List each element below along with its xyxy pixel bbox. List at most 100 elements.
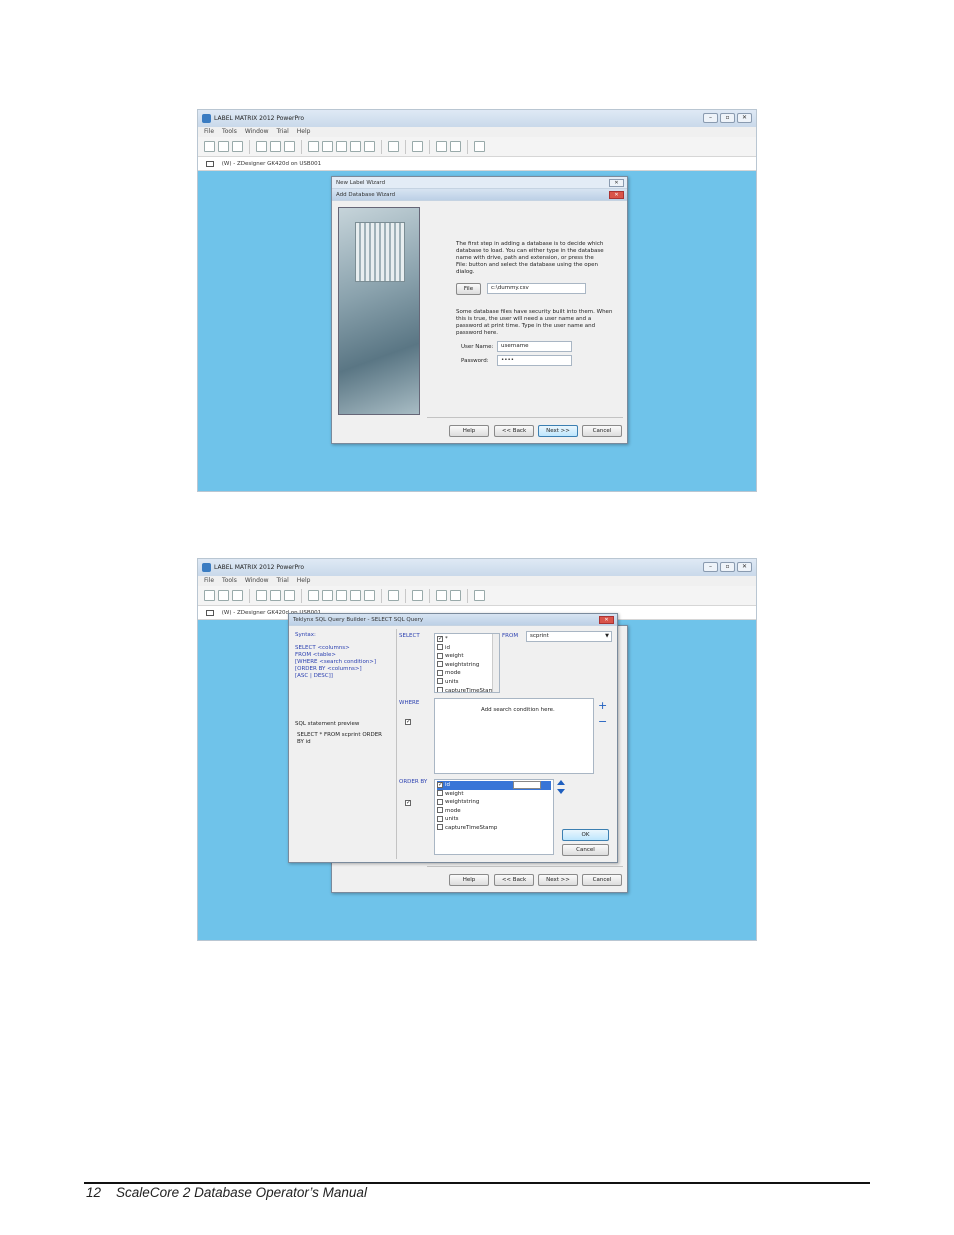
menu-help[interactable]: Help bbox=[297, 576, 311, 586]
order-by-column-list[interactable]: id weight weightstring mode units captur… bbox=[434, 779, 554, 855]
copy-icon[interactable] bbox=[322, 590, 333, 601]
maximize-icon[interactable]: ▫ bbox=[720, 562, 735, 572]
print-icon[interactable] bbox=[256, 590, 267, 601]
cut-icon[interactable] bbox=[308, 141, 319, 152]
grid-icon[interactable] bbox=[474, 141, 485, 152]
cut-icon[interactable] bbox=[308, 590, 319, 601]
menu-trial[interactable]: Trial bbox=[277, 127, 289, 137]
file-button[interactable]: File bbox=[456, 283, 481, 295]
sort-direction-select[interactable] bbox=[513, 781, 541, 789]
close-icon[interactable]: ✕ bbox=[599, 616, 614, 624]
menu-file[interactable]: File bbox=[204, 576, 214, 586]
grid-icon[interactable] bbox=[474, 590, 485, 601]
order-enabled-checkbox[interactable] bbox=[405, 792, 413, 811]
maximize-icon[interactable]: ▫ bbox=[720, 113, 735, 123]
undo-icon[interactable] bbox=[350, 141, 361, 152]
save-icon[interactable] bbox=[232, 141, 243, 152]
menu-tools[interactable]: Tools bbox=[222, 576, 237, 586]
print-all-icon[interactable] bbox=[270, 141, 281, 152]
checkbox[interactable] bbox=[437, 824, 443, 831]
printer-icon[interactable] bbox=[206, 609, 214, 616]
checkbox[interactable] bbox=[437, 781, 443, 789]
select-item[interactable]: weight bbox=[437, 652, 497, 661]
select-item[interactable]: captureTimeStamp bbox=[437, 687, 497, 692]
menu-window[interactable]: Window bbox=[245, 576, 269, 586]
undo-icon[interactable] bbox=[350, 590, 361, 601]
close-icon[interactable]: ✕ bbox=[737, 562, 752, 572]
select-item[interactable]: * bbox=[437, 635, 497, 644]
print-preview-icon[interactable] bbox=[284, 141, 295, 152]
select-scrollbar[interactable] bbox=[492, 634, 499, 692]
menu-file[interactable]: File bbox=[204, 127, 214, 137]
zoom-in-icon[interactable] bbox=[436, 141, 447, 152]
zoom-out-icon[interactable] bbox=[450, 141, 461, 152]
checkbox[interactable] bbox=[437, 798, 443, 805]
order-item[interactable]: captureTimeStamp bbox=[437, 824, 551, 833]
username-input[interactable]: username bbox=[497, 341, 572, 352]
paste-icon[interactable] bbox=[336, 141, 347, 152]
checkbox[interactable] bbox=[405, 799, 411, 806]
save-icon[interactable] bbox=[232, 590, 243, 601]
next-button[interactable]: Next >> bbox=[538, 874, 578, 886]
properties-icon[interactable] bbox=[412, 141, 423, 152]
order-item[interactable]: mode bbox=[437, 807, 551, 816]
cancel-button[interactable]: Cancel bbox=[582, 425, 622, 437]
select-item[interactable]: units bbox=[437, 678, 497, 687]
checkbox[interactable] bbox=[437, 678, 443, 685]
properties-icon[interactable] bbox=[412, 590, 423, 601]
back-button[interactable]: << Back bbox=[494, 425, 534, 437]
help-button[interactable]: Help bbox=[449, 874, 489, 886]
checkbox[interactable] bbox=[405, 718, 411, 725]
checkbox[interactable] bbox=[437, 644, 443, 651]
checkbox[interactable] bbox=[437, 807, 443, 814]
minimize-icon[interactable]: – bbox=[703, 562, 718, 572]
redo-icon[interactable] bbox=[364, 590, 375, 601]
checkbox[interactable] bbox=[437, 687, 443, 692]
order-item[interactable]: weightstring bbox=[437, 798, 551, 807]
help-button[interactable]: Help bbox=[449, 425, 489, 437]
redo-icon[interactable] bbox=[364, 141, 375, 152]
new-icon[interactable] bbox=[204, 141, 215, 152]
close-icon[interactable]: ✕ bbox=[609, 179, 624, 187]
checkbox[interactable] bbox=[437, 652, 443, 659]
select-item[interactable]: weightstring bbox=[437, 661, 497, 670]
menu-tools[interactable]: Tools bbox=[222, 127, 237, 137]
file-path-input[interactable]: c:\dummy.csv bbox=[487, 283, 586, 294]
database-icon[interactable] bbox=[388, 590, 399, 601]
add-condition-icon[interactable]: + bbox=[598, 700, 607, 711]
remove-condition-icon[interactable]: − bbox=[598, 716, 607, 727]
back-button[interactable]: << Back bbox=[494, 874, 534, 886]
cancel-button[interactable]: Cancel bbox=[562, 844, 609, 856]
ok-button[interactable]: OK bbox=[562, 829, 609, 841]
select-item[interactable]: id bbox=[437, 644, 497, 653]
open-icon[interactable] bbox=[218, 590, 229, 601]
open-icon[interactable] bbox=[218, 141, 229, 152]
checkbox[interactable] bbox=[437, 635, 443, 643]
menu-help[interactable]: Help bbox=[297, 127, 311, 137]
password-input[interactable]: •••• bbox=[497, 355, 572, 366]
move-up-icon[interactable] bbox=[557, 780, 565, 785]
where-enabled-checkbox[interactable] bbox=[405, 711, 413, 730]
zoom-in-icon[interactable] bbox=[436, 590, 447, 601]
checkbox[interactable] bbox=[437, 669, 443, 676]
print-icon[interactable] bbox=[256, 141, 267, 152]
order-item[interactable]: id bbox=[437, 781, 551, 790]
select-column-list[interactable]: * id weight weightstring mode units capt… bbox=[434, 633, 500, 693]
print-all-icon[interactable] bbox=[270, 590, 281, 601]
close-icon[interactable]: ✕ bbox=[737, 113, 752, 123]
database-icon[interactable] bbox=[388, 141, 399, 152]
cancel-button[interactable]: Cancel bbox=[582, 874, 622, 886]
chevron-down-icon[interactable]: ▼ bbox=[605, 632, 609, 641]
checkbox[interactable] bbox=[437, 790, 443, 797]
next-button[interactable]: Next >> bbox=[538, 425, 578, 437]
close-icon[interactable]: ✕ bbox=[609, 191, 624, 199]
paste-icon[interactable] bbox=[336, 590, 347, 601]
select-item[interactable]: mode bbox=[437, 669, 497, 678]
move-down-icon[interactable] bbox=[557, 789, 565, 794]
new-icon[interactable] bbox=[204, 590, 215, 601]
menu-window[interactable]: Window bbox=[245, 127, 269, 137]
minimize-icon[interactable]: – bbox=[703, 113, 718, 123]
copy-icon[interactable] bbox=[322, 141, 333, 152]
checkbox[interactable] bbox=[437, 661, 443, 668]
order-item[interactable]: units bbox=[437, 815, 551, 824]
